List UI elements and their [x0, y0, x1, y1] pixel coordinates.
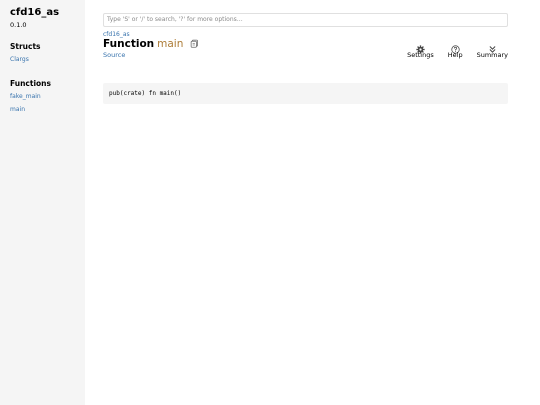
toolbar: Settings Help Summary — [407, 39, 508, 59]
title-function-name: main — [157, 37, 184, 50]
sidebar-heading-structs[interactable]: Structs — [10, 42, 75, 51]
settings-label: Settings — [407, 50, 434, 59]
title-kind: Function — [103, 37, 155, 50]
sidebar-functions-list: fake_main main — [10, 93, 75, 113]
question-circle-icon — [451, 39, 460, 54]
double-chevron-down-icon — [488, 39, 497, 53]
sidebar-heading-functions[interactable]: Functions — [10, 79, 75, 88]
help-label: Help — [447, 50, 463, 59]
settings-button[interactable]: Settings — [407, 39, 434, 59]
sidebar-item-fake-main[interactable]: fake_main — [10, 93, 75, 100]
crate-name-link[interactable]: cfd16_as — [10, 7, 75, 18]
help-button[interactable]: Help — [448, 39, 463, 59]
crate-version: 0.1.0 — [10, 21, 27, 29]
sidebar-structs-list: Clargs — [10, 56, 75, 63]
main-heading: cfd16_as Function main Source Settings H… — [103, 31, 508, 65]
function-signature-code: pub(crate) fn main() — [103, 82, 508, 104]
summary-button[interactable]: Summary — [477, 39, 508, 59]
breadcrumb[interactable]: cfd16_as — [103, 31, 508, 38]
summary-label: Summary — [476, 50, 508, 59]
main-content: cfd16_as Function main Source — [103, 6, 508, 104]
gear-icon — [416, 39, 425, 54]
sidebar-item-main[interactable]: main — [10, 106, 75, 113]
copy-icon[interactable] — [190, 39, 199, 48]
sidebar-item-clargs[interactable]: Clargs — [10, 56, 75, 63]
search-input[interactable] — [103, 12, 508, 27]
sidebar: cfd16_as 0.1.0 Structs Clargs Functions … — [0, 0, 85, 405]
